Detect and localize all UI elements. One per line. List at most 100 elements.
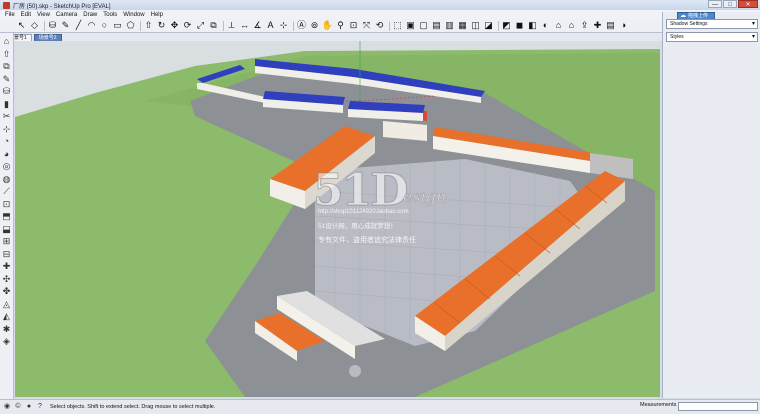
zoom-icon[interactable]: ⚲ <box>335 20 346 31</box>
push-pull-icon[interactable]: ⇧ <box>143 20 154 31</box>
window-controls: — □ ✕ <box>708 0 758 8</box>
close-button[interactable]: ✕ <box>738 0 758 8</box>
geo-location-icon[interactable]: ◉ <box>3 403 11 411</box>
tool-11-icon[interactable]: ◎ <box>1 161 12 172</box>
tape-measure-icon[interactable]: ⟂ <box>226 20 237 31</box>
tool-18-icon[interactable]: ⊟ <box>1 249 12 260</box>
hidden-line-icon[interactable]: ◩ <box>501 20 512 31</box>
home-icon[interactable]: ⌂ <box>553 20 564 31</box>
model-viewport[interactable]: 51D esign http://shop101124920.taobao.co… <box>15 41 660 397</box>
pan-icon[interactable]: ✋ <box>322 20 333 31</box>
extension-icon[interactable]: ✚ <box>592 20 603 31</box>
layout-icon[interactable]: ▤ <box>605 20 616 31</box>
right-view-icon[interactable]: ▤ <box>431 20 442 31</box>
pencil-icon[interactable]: ✎ <box>60 20 71 31</box>
share-icon[interactable]: ⇪ <box>579 20 590 31</box>
menu-window[interactable]: Window <box>120 12 147 18</box>
front-view-icon[interactable]: ▢ <box>418 20 429 31</box>
back-view-icon[interactable]: ▥ <box>444 20 455 31</box>
tool-16-icon[interactable]: ⬓ <box>1 224 12 235</box>
user-icon[interactable]: ● <box>25 403 33 411</box>
tool-3-icon[interactable]: ⧉ <box>1 61 12 72</box>
tool-12-icon[interactable]: ◍ <box>1 174 12 185</box>
eraser-icon[interactable]: ◇ <box>29 20 40 31</box>
tool-23-icon[interactable]: ◭ <box>1 311 12 322</box>
scene-tab-2[interactable]: 场景号2 <box>33 34 62 41</box>
tool-17-icon[interactable]: ⊞ <box>1 236 12 247</box>
menu-file[interactable]: File <box>2 12 18 18</box>
left-toolbar: ⌂ ⇧ ⧉ ✎ ⛁ ▮ ✂ ⊹ ◔ ◕ ◎ ◍ ⟋ ⊡ ⬒ ⬓ ⊞ ⊟ ✚ ✣ ✤ ◬ ◭ ✱ ◈ <box>0 33 14 399</box>
circle-icon[interactable]: ○ <box>99 20 110 31</box>
tool-10-icon[interactable]: ◕ <box>1 149 12 160</box>
styles-panel[interactable]: Styles ▾ <box>666 32 758 42</box>
maximize-button[interactable]: □ <box>723 0 737 8</box>
tool-1-icon[interactable]: ⌂ <box>1 36 12 47</box>
tool-19-icon[interactable]: ✚ <box>1 261 12 272</box>
toolbar-separator <box>498 20 499 31</box>
textured-icon[interactable]: ◧ <box>527 20 538 31</box>
menu-draw[interactable]: Draw <box>80 12 100 18</box>
paint-bucket-icon[interactable]: ⛁ <box>47 20 58 31</box>
3d-text-icon[interactable]: Ⓐ <box>296 20 307 31</box>
menu-tools[interactable]: Tools <box>100 12 120 18</box>
orbit-icon[interactable]: ⊚ <box>309 20 320 31</box>
tool-4-icon[interactable]: ✎ <box>1 74 12 85</box>
zoom-window-icon[interactable]: ⊡ <box>348 20 359 31</box>
menu-help[interactable]: Help <box>148 12 166 18</box>
measurements-input[interactable] <box>678 402 758 411</box>
tool-14-icon[interactable]: ⊡ <box>1 199 12 210</box>
wireframe-icon[interactable]: ◪ <box>483 20 494 31</box>
menu-camera[interactable]: Camera <box>53 12 80 18</box>
move-icon[interactable]: ✥ <box>169 20 180 31</box>
tool-22-icon[interactable]: ◬ <box>1 299 12 310</box>
select-icon[interactable]: ↖ <box>16 20 27 31</box>
xray-icon[interactable]: ◫ <box>470 20 481 31</box>
help-icon[interactable]: ? <box>36 403 44 411</box>
text-icon[interactable]: A <box>265 20 276 31</box>
tray-panel: ☁ 拖拽上传 Shadow Settings ▾ Styles ▾ <box>662 12 760 398</box>
scene-tabs: 场景号1 场景号2 <box>0 33 662 41</box>
arc-icon[interactable]: ◠ <box>86 20 97 31</box>
line-icon[interactable]: ╱ <box>73 20 84 31</box>
styles-icon[interactable]: ◑ <box>618 20 629 31</box>
minimize-button[interactable]: — <box>708 0 722 8</box>
left-view-icon[interactable]: ▦ <box>457 20 468 31</box>
tool-7-icon[interactable]: ✂ <box>1 111 12 122</box>
tool-15-icon[interactable]: ⬒ <box>1 211 12 222</box>
tool-21-icon[interactable]: ✤ <box>1 286 12 297</box>
offset-icon[interactable]: ⧉ <box>208 20 219 31</box>
tool-20-icon[interactable]: ✣ <box>1 274 12 285</box>
credits-icon[interactable]: © <box>14 403 22 411</box>
zoom-extents-icon[interactable]: ⤧ <box>361 20 372 31</box>
tool-13-icon[interactable]: ⟋ <box>1 186 12 197</box>
tool-2-icon[interactable]: ⇧ <box>1 49 12 60</box>
tool-8-icon[interactable]: ⊹ <box>1 124 12 135</box>
top-view-icon[interactable]: ▣ <box>405 20 416 31</box>
fountain <box>349 365 361 377</box>
shaded-icon[interactable]: ◼ <box>514 20 525 31</box>
sketchup-app-icon <box>3 1 10 9</box>
menu-view[interactable]: View <box>34 12 53 18</box>
tool-6-icon[interactable]: ▮ <box>1 99 12 110</box>
tool-25-icon[interactable]: ◈ <box>1 336 12 347</box>
scene-render <box>15 41 660 397</box>
scale-icon[interactable]: ⤢ <box>195 20 206 31</box>
chevron-down-icon[interactable]: ▾ <box>752 33 755 42</box>
polygon-icon[interactable]: ⬠ <box>125 20 136 31</box>
monochrome-icon[interactable]: ◐ <box>540 20 551 31</box>
protractor-icon[interactable]: ∡ <box>252 20 263 31</box>
chevron-down-icon[interactable]: ▾ <box>752 20 755 29</box>
warehouse-icon[interactable]: ⌂ <box>566 20 577 31</box>
shadow-settings-panel[interactable]: Shadow Settings ▾ <box>666 19 758 29</box>
dimension-icon[interactable]: ↔ <box>239 20 250 31</box>
rectangle-icon[interactable]: ▭ <box>112 20 123 31</box>
rotate-icon[interactable]: ⟳ <box>182 20 193 31</box>
iso-view-icon[interactable]: ⬚ <box>392 20 403 31</box>
axes-icon[interactable]: ⊹ <box>278 20 289 31</box>
tool-9-icon[interactable]: ◔ <box>1 136 12 147</box>
tool-24-icon[interactable]: ✱ <box>1 324 12 335</box>
menu-edit[interactable]: Edit <box>18 12 34 18</box>
follow-me-icon[interactable]: ↻ <box>156 20 167 31</box>
previous-view-icon[interactable]: ⟲ <box>374 20 385 31</box>
tool-5-icon[interactable]: ⛁ <box>1 86 12 97</box>
